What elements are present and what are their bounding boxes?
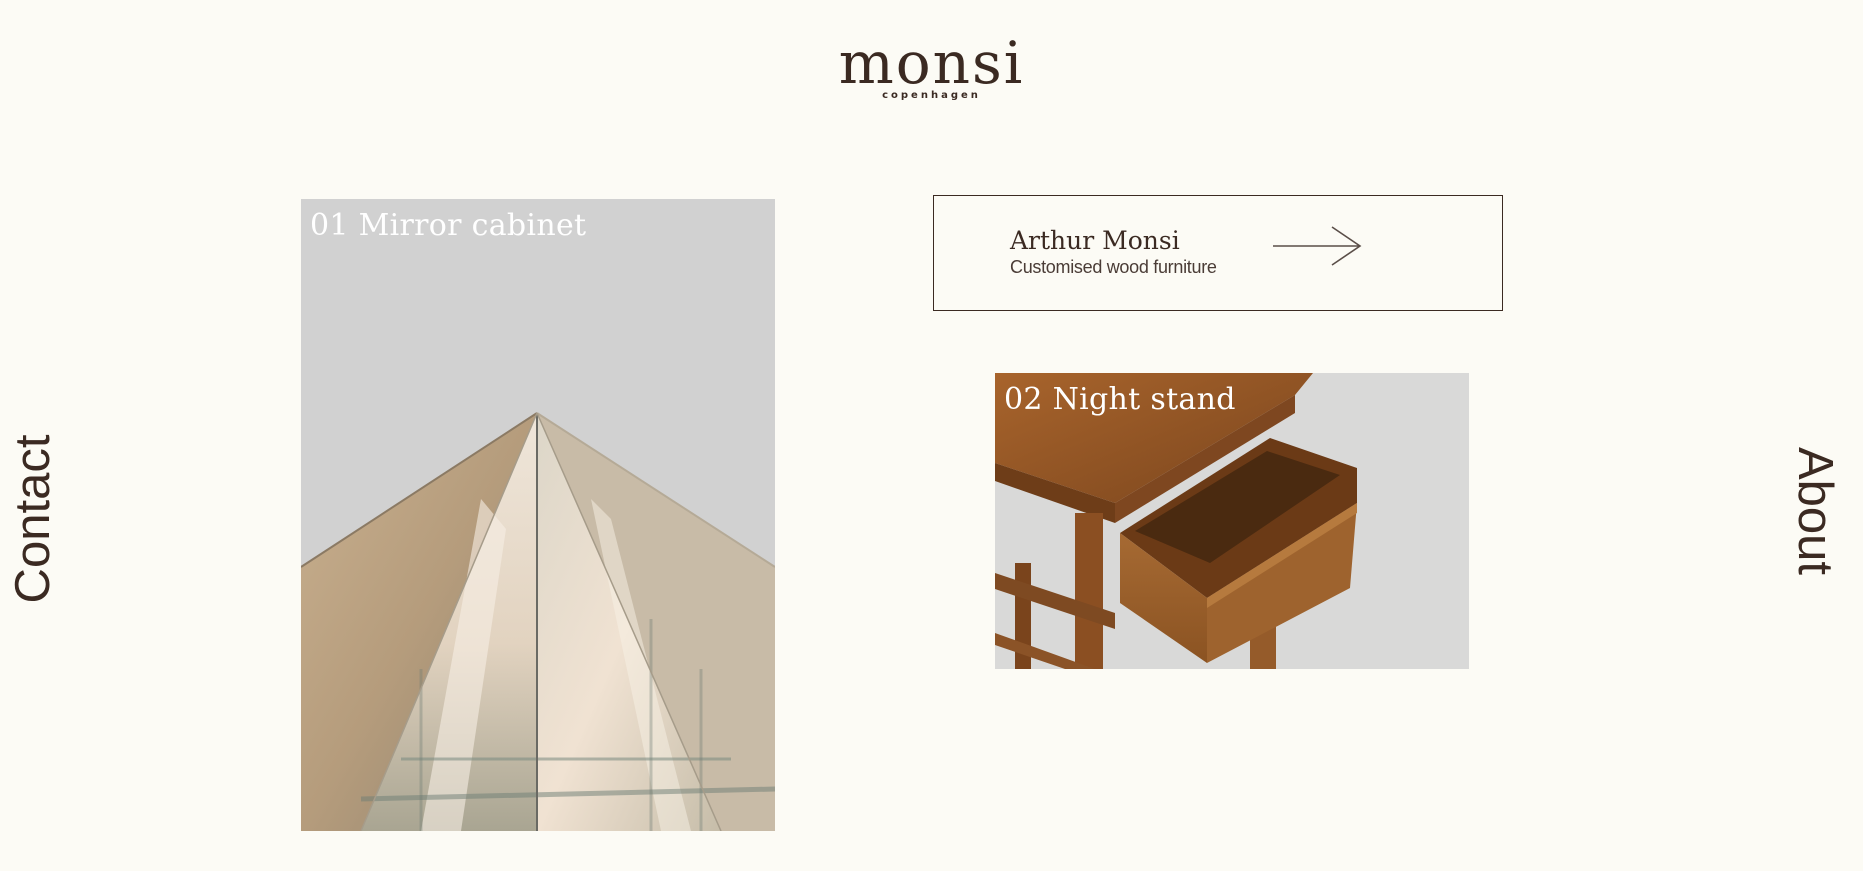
project-title: 01 Mirror cabinet: [310, 208, 587, 243]
logo-wordmark: monsi: [838, 29, 1025, 97]
designer-name: Arthur Monsi: [1010, 226, 1180, 255]
nav-about-link[interactable]: About: [1787, 447, 1843, 575]
designer-info-box[interactable]: Arthur Monsi Customised wood furniture: [933, 195, 1503, 311]
site-logo[interactable]: monsi copenhagen: [0, 34, 1863, 101]
mirror-pyramid-image: [301, 199, 775, 831]
project-card-night-stand[interactable]: 02 Night stand: [995, 373, 1469, 669]
nav-contact-link[interactable]: Contact: [5, 435, 61, 604]
project-title: 02 Night stand: [1004, 382, 1236, 417]
logo-tagline: copenhagen: [882, 90, 981, 101]
wooden-night-stand-image: [995, 373, 1469, 669]
project-card-mirror-cabinet[interactable]: 01 Mirror cabinet: [301, 199, 775, 831]
arrow-right-icon[interactable]: [1271, 225, 1363, 267]
designer-subtitle: Customised wood furniture: [1010, 257, 1217, 277]
